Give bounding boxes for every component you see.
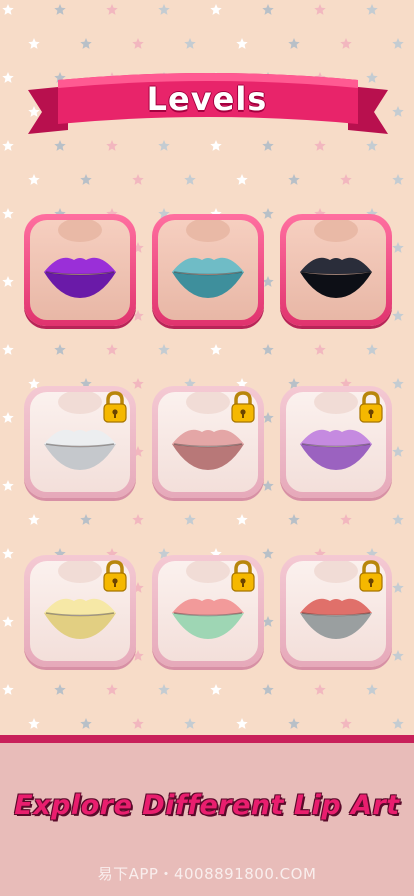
page-title: Levels — [146, 80, 268, 118]
lock-icon — [359, 560, 383, 592]
lock-icon — [231, 560, 255, 592]
divider — [0, 735, 414, 743]
level-tile-5[interactable] — [152, 386, 264, 498]
level-tile-7[interactable] — [24, 555, 136, 667]
level-tile-3[interactable] — [280, 214, 392, 326]
lips-icon — [172, 220, 244, 298]
level-tile-8[interactable] — [152, 555, 264, 667]
level-preview — [30, 220, 130, 320]
lock-icon — [231, 391, 255, 423]
lock-icon — [103, 391, 127, 423]
level-preview — [286, 220, 386, 320]
level-tile-1[interactable] — [24, 214, 136, 326]
lock-icon — [103, 560, 127, 592]
lips-icon — [300, 220, 372, 298]
tagline: Explore Different Lip Art — [14, 790, 400, 821]
level-tile-2[interactable] — [152, 214, 264, 326]
level-preview — [158, 220, 258, 320]
level-tile-9[interactable] — [280, 555, 392, 667]
lock-icon — [359, 391, 383, 423]
lips-icon — [44, 220, 116, 298]
level-tile-4[interactable] — [24, 386, 136, 498]
level-tile-6[interactable] — [280, 386, 392, 498]
watermark: 易下APP・4008891800.COM — [97, 865, 317, 883]
